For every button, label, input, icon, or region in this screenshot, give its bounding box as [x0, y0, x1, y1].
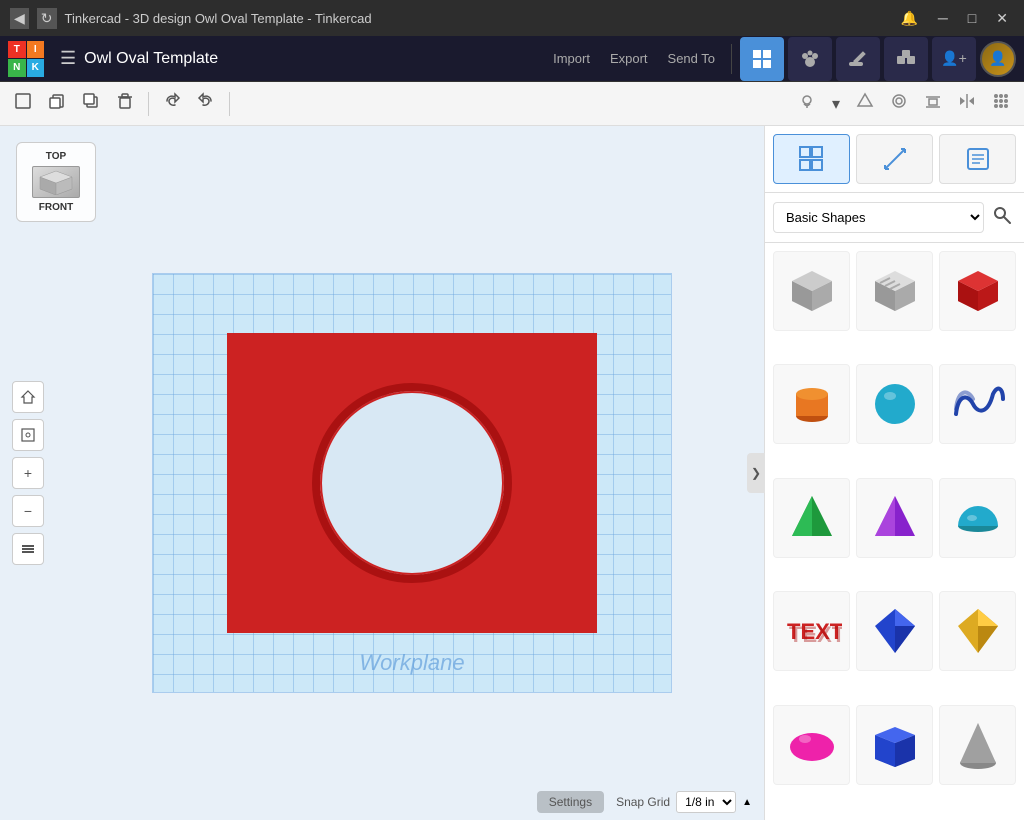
minimize-button[interactable]: ─: [932, 8, 954, 28]
shape-box-striped[interactable]: [856, 251, 933, 331]
nav-blocks-button[interactable]: [884, 37, 928, 81]
window-controls: 🔔 ─ □ ✕: [894, 8, 1014, 29]
header-nav: Import Export Send To 👤+ 👤: [545, 37, 1016, 81]
title-bar: ◀ ↻ Tinkercad - 3D design Owl Oval Templ…: [0, 0, 1024, 36]
refresh-button[interactable]: ↻: [37, 8, 57, 29]
snap-grid-select[interactable]: 1/8 in 1/4 in 1/2 in 1 in: [676, 791, 736, 813]
toolbar: ▾: [0, 82, 1024, 126]
shape-box-gray[interactable]: [773, 251, 850, 331]
circle-cutout: [312, 383, 512, 583]
shape-cone-gray[interactable]: [939, 705, 1016, 785]
toolbar-right: ▾: [792, 88, 1016, 119]
left-controls: + −: [12, 381, 44, 565]
close-button[interactable]: ✕: [990, 8, 1014, 29]
import-button[interactable]: Import: [545, 47, 598, 70]
nav-paw-button[interactable]: [788, 37, 832, 81]
view-cube-front: FRONT: [39, 202, 73, 213]
frame-view-button[interactable]: [12, 419, 44, 451]
grid-view-button[interactable]: [773, 134, 850, 184]
search-button[interactable]: [988, 201, 1016, 234]
view-cube-top: TOP: [23, 151, 89, 162]
menu-button[interactable]: ☰: [52, 48, 84, 69]
shape-selector: Basic Shapes Letters Connectors Featured: [765, 193, 1024, 243]
shape-gem-blue[interactable]: [856, 591, 933, 671]
shape-sphere-teal[interactable]: [856, 364, 933, 444]
toolbar-separator-2: [229, 92, 230, 116]
shape-tool-2[interactable]: [884, 88, 914, 119]
shape-squiggle[interactable]: [939, 364, 1016, 444]
view-icons-row: [765, 126, 1024, 193]
project-title: Owl Oval Template: [84, 50, 545, 68]
home-view-button[interactable]: [12, 381, 44, 413]
shapes-grid: TEXT TEXT: [765, 243, 1024, 820]
snap-grid-label: Snap Grid: [616, 795, 670, 809]
nav-separator: [731, 44, 732, 74]
nav-person-add-button[interactable]: 👤+: [932, 37, 976, 81]
logo-i: I: [27, 41, 45, 59]
snap-grid-control: Snap Grid 1/8 in 1/4 in 1/2 in 1 in ▲: [616, 791, 752, 813]
logo-t: T: [8, 41, 26, 59]
panel-collapse-button[interactable]: ❯: [747, 453, 765, 493]
red-shape[interactable]: [227, 333, 597, 633]
shape-cylinder-orange[interactable]: [773, 364, 850, 444]
duplicate-button[interactable]: [76, 88, 106, 119]
view-cube[interactable]: TOP FRONT: [16, 142, 96, 222]
shape-halfball-teal[interactable]: [939, 478, 1016, 558]
right-panel: Basic Shapes Letters Connectors Featured: [764, 126, 1024, 820]
paste-button[interactable]: [42, 88, 72, 119]
redo-button[interactable]: [191, 88, 221, 119]
new-button[interactable]: [8, 88, 38, 119]
settings-button[interactable]: Settings: [537, 791, 604, 813]
measure-view-button[interactable]: [856, 134, 933, 184]
user-avatar[interactable]: 👤: [980, 41, 1016, 77]
workplane-label: Workplane: [359, 650, 464, 676]
toolbar-separator-1: [148, 92, 149, 116]
notes-view-button[interactable]: [939, 134, 1016, 184]
shape-category-select[interactable]: Basic Shapes Letters Connectors Featured: [773, 202, 984, 233]
snap-arrow-button[interactable]: ▲: [742, 797, 752, 808]
view-cube-3d: [32, 166, 80, 198]
shape-box-blue[interactable]: [856, 705, 933, 785]
sendto-button[interactable]: Send To: [660, 47, 723, 70]
delete-button[interactable]: [110, 88, 140, 119]
title-bar-title: Tinkercad - 3D design Owl Oval Template …: [65, 11, 887, 26]
undo-button[interactable]: [157, 88, 187, 119]
workplane-grid[interactable]: Workplane: [152, 273, 672, 693]
svg-text:TEXT: TEXT: [789, 622, 842, 647]
mirror-button[interactable]: [952, 88, 982, 119]
logo-n: N: [8, 59, 26, 77]
app-header: T I N K ☰ Owl Oval Template Import Expor…: [0, 36, 1024, 82]
shape-text3d[interactable]: TEXT TEXT: [773, 591, 850, 671]
dropdown-button[interactable]: ▾: [826, 88, 846, 119]
nav-build-button[interactable]: [836, 37, 880, 81]
bottom-bar: Settings Snap Grid 1/8 in 1/4 in 1/2 in …: [0, 784, 764, 820]
main-layout: TOP FRONT + −: [0, 126, 1024, 820]
zoom-in-button[interactable]: +: [12, 457, 44, 489]
viewport[interactable]: TOP FRONT + −: [0, 126, 764, 820]
zoom-out-button[interactable]: −: [12, 495, 44, 527]
shape-gem-yellow[interactable]: [939, 591, 1016, 671]
align-button[interactable]: [918, 88, 948, 119]
shape-ellipsoid-pink[interactable]: [773, 705, 850, 785]
pattern-button[interactable]: [986, 88, 1016, 119]
window-menu-button[interactable]: 🔔: [894, 8, 923, 29]
back-button[interactable]: ◀: [10, 8, 29, 29]
shape-box-red[interactable]: [939, 251, 1016, 331]
maximize-button[interactable]: □: [962, 8, 982, 28]
light-button[interactable]: [792, 88, 822, 119]
tinkercad-logo[interactable]: T I N K: [0, 36, 52, 81]
nav-grid-button[interactable]: [740, 37, 784, 81]
shape-pyramid-purple[interactable]: [856, 478, 933, 558]
export-button[interactable]: Export: [602, 47, 656, 70]
layers-button[interactable]: [12, 533, 44, 565]
shape-pyramid-green[interactable]: [773, 478, 850, 558]
workplane-area: Workplane: [100, 206, 724, 760]
shape-tool-1[interactable]: [850, 88, 880, 119]
logo-k: K: [27, 59, 45, 77]
